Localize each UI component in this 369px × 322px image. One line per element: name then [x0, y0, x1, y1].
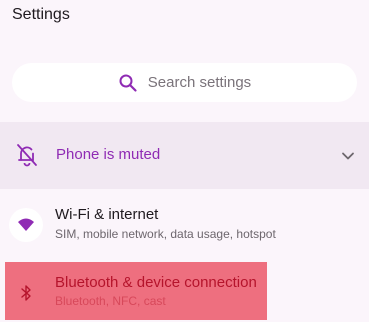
setting-item-wifi[interactable]: Wi-Fi & internet SIM, mobile network, da…: [0, 200, 369, 252]
bluetooth-icon: [9, 276, 43, 310]
search-icon: [118, 73, 138, 93]
search-bar[interactable]: Search settings: [12, 63, 357, 102]
muted-banner[interactable]: Phone is muted: [0, 122, 369, 189]
setting-subtitle: Bluetooth, NFC, cast: [55, 294, 166, 308]
setting-subtitle: SIM, mobile network, data usage, hotspot: [55, 227, 276, 241]
setting-item-bluetooth[interactable]: Bluetooth & device connection Bluetooth,…: [0, 262, 369, 320]
bell-off-icon: [16, 143, 38, 167]
wifi-icon: [9, 208, 43, 242]
chevron-down-icon[interactable]: [340, 148, 356, 164]
muted-label: Phone is muted: [56, 146, 161, 163]
search-input[interactable]: Search settings: [148, 74, 251, 91]
setting-title: Wi-Fi & internet: [55, 206, 159, 223]
page-title: Settings: [12, 6, 70, 23]
setting-title: Bluetooth & device connection: [55, 274, 257, 291]
